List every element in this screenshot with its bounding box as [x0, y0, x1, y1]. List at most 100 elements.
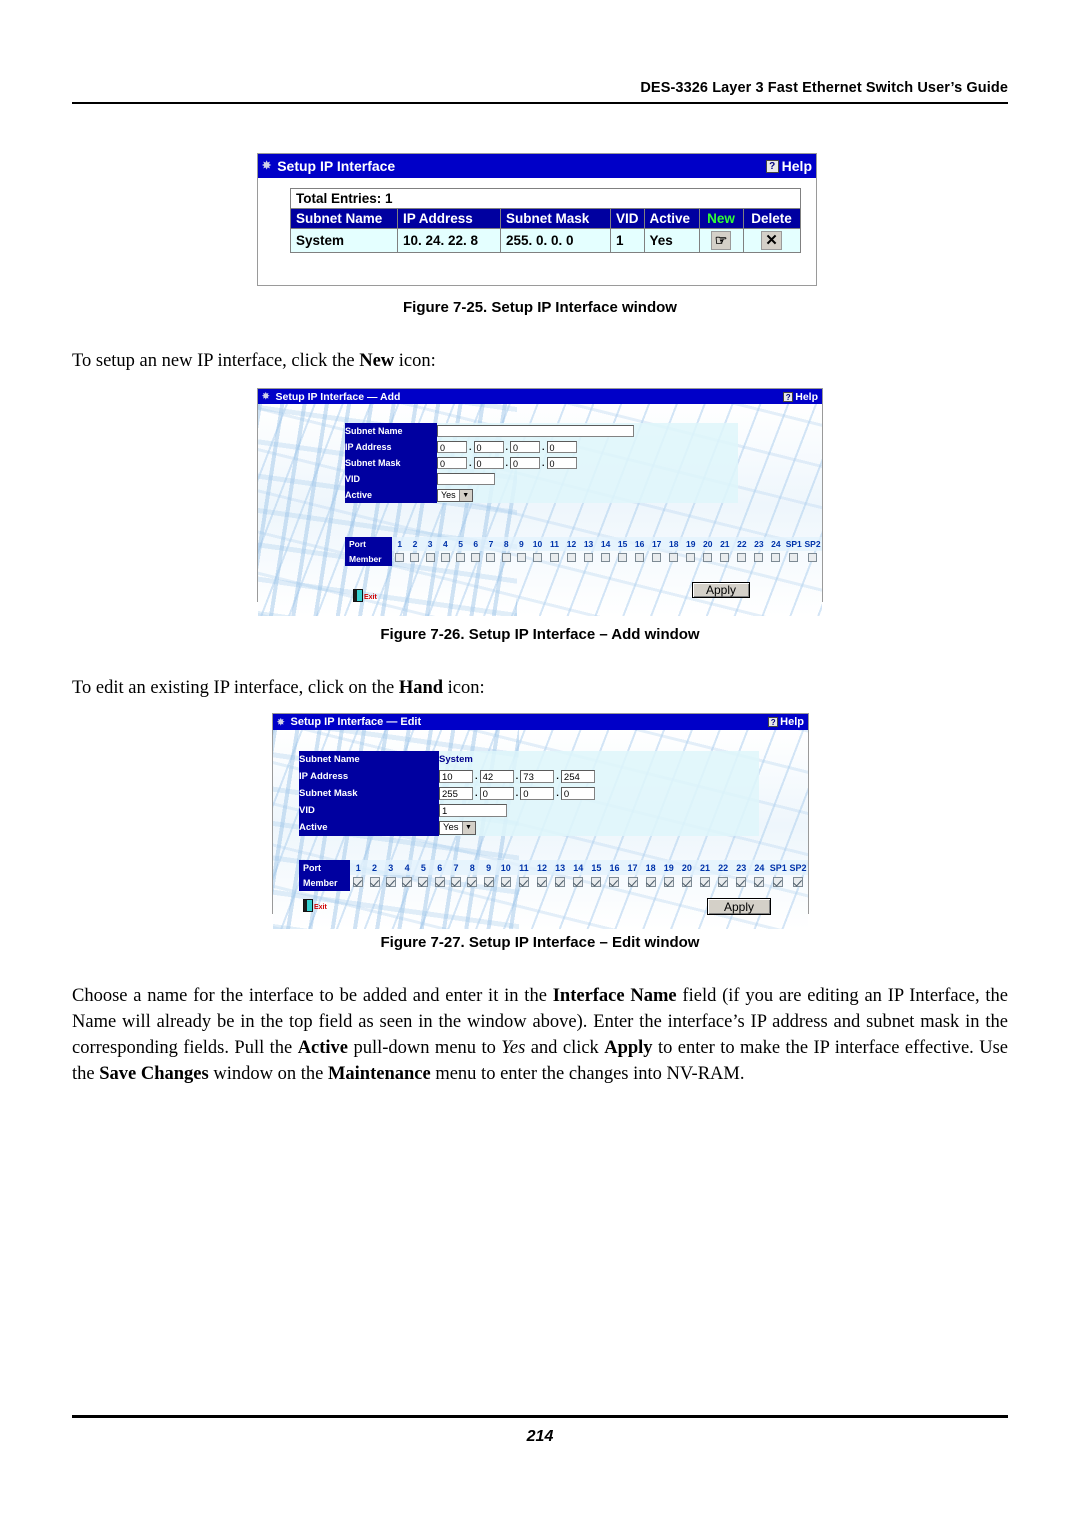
- member-checkbox-20[interactable]: [703, 553, 713, 562]
- member-checkbox-21[interactable]: [720, 553, 730, 562]
- member-checkbox-18[interactable]: [669, 553, 679, 562]
- member-cell-11[interactable]: [515, 875, 533, 891]
- ip-octet-3-input[interactable]: 0: [510, 441, 541, 453]
- member-cell-20[interactable]: [699, 551, 716, 566]
- ip-octet-2-input[interactable]: 42: [479, 770, 514, 783]
- member-cell-15[interactable]: [614, 551, 631, 566]
- member-cell-4[interactable]: [438, 551, 453, 566]
- member-cell-16[interactable]: [605, 875, 623, 891]
- mask-octet-3-input[interactable]: 0: [510, 457, 541, 469]
- member-cell-23[interactable]: [750, 551, 767, 566]
- member-checkbox-12[interactable]: [537, 877, 547, 887]
- member-checkbox-11[interactable]: [518, 877, 529, 887]
- member-cell-21[interactable]: [716, 551, 733, 566]
- member-checkbox-3[interactable]: [385, 877, 396, 887]
- member-cell-19[interactable]: [682, 551, 699, 566]
- member-checkbox-23[interactable]: [736, 877, 747, 887]
- member-checkbox-18[interactable]: [645, 877, 656, 887]
- member-cell-14[interactable]: [597, 551, 614, 566]
- member-cell-19[interactable]: [660, 875, 678, 891]
- member-cell-13[interactable]: [551, 875, 569, 891]
- member-checkbox-sp1[interactable]: [773, 877, 784, 887]
- member-checkbox-9[interactable]: [483, 877, 494, 887]
- member-checkbox-2[interactable]: [410, 553, 420, 562]
- member-cell-18[interactable]: [642, 875, 660, 891]
- member-cell-5[interactable]: [415, 875, 431, 891]
- member-cell-14[interactable]: [569, 875, 587, 891]
- member-cell-12[interactable]: [563, 551, 580, 566]
- member-cell-17[interactable]: [624, 875, 642, 891]
- member-cell-18[interactable]: [665, 551, 682, 566]
- member-checkbox-13[interactable]: [584, 553, 594, 562]
- help-button[interactable]: ? Help: [768, 716, 804, 728]
- member-checkbox-16[interactable]: [609, 877, 620, 887]
- member-cell-9[interactable]: [514, 551, 529, 566]
- member-checkbox-24[interactable]: [771, 553, 781, 562]
- member-checkbox-sp2[interactable]: [808, 553, 818, 562]
- member-cell-12[interactable]: [533, 875, 551, 891]
- vid-input[interactable]: 1: [439, 804, 507, 817]
- member-cell-24[interactable]: [767, 551, 784, 566]
- help-button[interactable]: ? Help: [765, 158, 812, 174]
- member-cell-3[interactable]: [423, 551, 438, 566]
- member-checkbox-17[interactable]: [627, 877, 638, 887]
- active-select[interactable]: Yes ▼: [437, 488, 473, 502]
- member-cell-20[interactable]: [678, 875, 696, 891]
- help-button[interactable]: ? Help: [783, 391, 818, 403]
- member-cell-10[interactable]: [497, 875, 515, 891]
- close-x-icon[interactable]: ✕: [761, 231, 782, 250]
- member-checkbox-16[interactable]: [635, 553, 645, 562]
- member-checkbox-7[interactable]: [486, 553, 496, 562]
- member-checkbox-4[interactable]: [440, 553, 450, 562]
- member-checkbox-17[interactable]: [652, 553, 662, 562]
- subnet-name-input[interactable]: [437, 425, 634, 437]
- member-checkbox-10[interactable]: [500, 877, 511, 887]
- ip-octet-4-input[interactable]: 0: [546, 441, 577, 453]
- member-cell-16[interactable]: [631, 551, 648, 566]
- member-checkbox-19[interactable]: [663, 877, 674, 887]
- apply-button[interactable]: Apply: [692, 582, 750, 598]
- mask-octet-4-input[interactable]: 0: [546, 457, 577, 469]
- member-checkbox-4[interactable]: [402, 877, 413, 887]
- member-checkbox-5[interactable]: [456, 553, 466, 562]
- hand-icon[interactable]: ☞: [710, 231, 732, 250]
- ip-octet-2-input[interactable]: 0: [473, 441, 504, 453]
- member-cell-6[interactable]: [468, 551, 483, 566]
- mask-octet-2-input[interactable]: 0: [479, 787, 514, 800]
- member-checkbox-2[interactable]: [369, 877, 380, 887]
- member-checkbox-1[interactable]: [395, 553, 405, 562]
- member-cell-21[interactable]: [696, 875, 714, 891]
- member-checkbox-15[interactable]: [591, 877, 602, 887]
- member-checkbox-8[interactable]: [467, 877, 478, 887]
- mask-octet-2-input[interactable]: 0: [473, 457, 504, 469]
- cell-edit-action[interactable]: ☞: [698, 228, 744, 253]
- member-cell-sp1[interactable]: [768, 875, 788, 891]
- member-cell-5[interactable]: [453, 551, 468, 566]
- member-checkbox-8[interactable]: [501, 553, 511, 562]
- member-checkbox-12[interactable]: [567, 553, 577, 562]
- member-checkbox-6[interactable]: [471, 553, 481, 562]
- member-checkbox-13[interactable]: [555, 877, 566, 887]
- member-cell-sp2[interactable]: [803, 551, 822, 566]
- mask-octet-3-input[interactable]: 0: [520, 787, 555, 800]
- vid-input[interactable]: [437, 473, 495, 485]
- member-checkbox-19[interactable]: [686, 553, 696, 562]
- ip-octet-4-input[interactable]: 254: [560, 770, 595, 783]
- member-checkbox-22[interactable]: [718, 877, 729, 887]
- member-cell-22[interactable]: [733, 551, 750, 566]
- member-cell-7[interactable]: [483, 551, 498, 566]
- member-checkbox-11[interactable]: [550, 553, 559, 562]
- member-cell-8[interactable]: [499, 551, 514, 566]
- member-checkbox-7[interactable]: [450, 877, 461, 887]
- member-cell-15[interactable]: [587, 875, 605, 891]
- member-cell-22[interactable]: [714, 875, 732, 891]
- exit-button[interactable]: Exit: [303, 899, 327, 912]
- member-checkbox-21[interactable]: [699, 877, 710, 887]
- ip-octet-3-input[interactable]: 73: [520, 770, 555, 783]
- member-checkbox-23[interactable]: [754, 553, 764, 562]
- member-cell-10[interactable]: [529, 551, 546, 566]
- member-cell-17[interactable]: [648, 551, 665, 566]
- member-checkbox-9[interactable]: [516, 553, 526, 562]
- apply-button[interactable]: Apply: [707, 898, 771, 915]
- member-checkbox-10[interactable]: [533, 553, 542, 562]
